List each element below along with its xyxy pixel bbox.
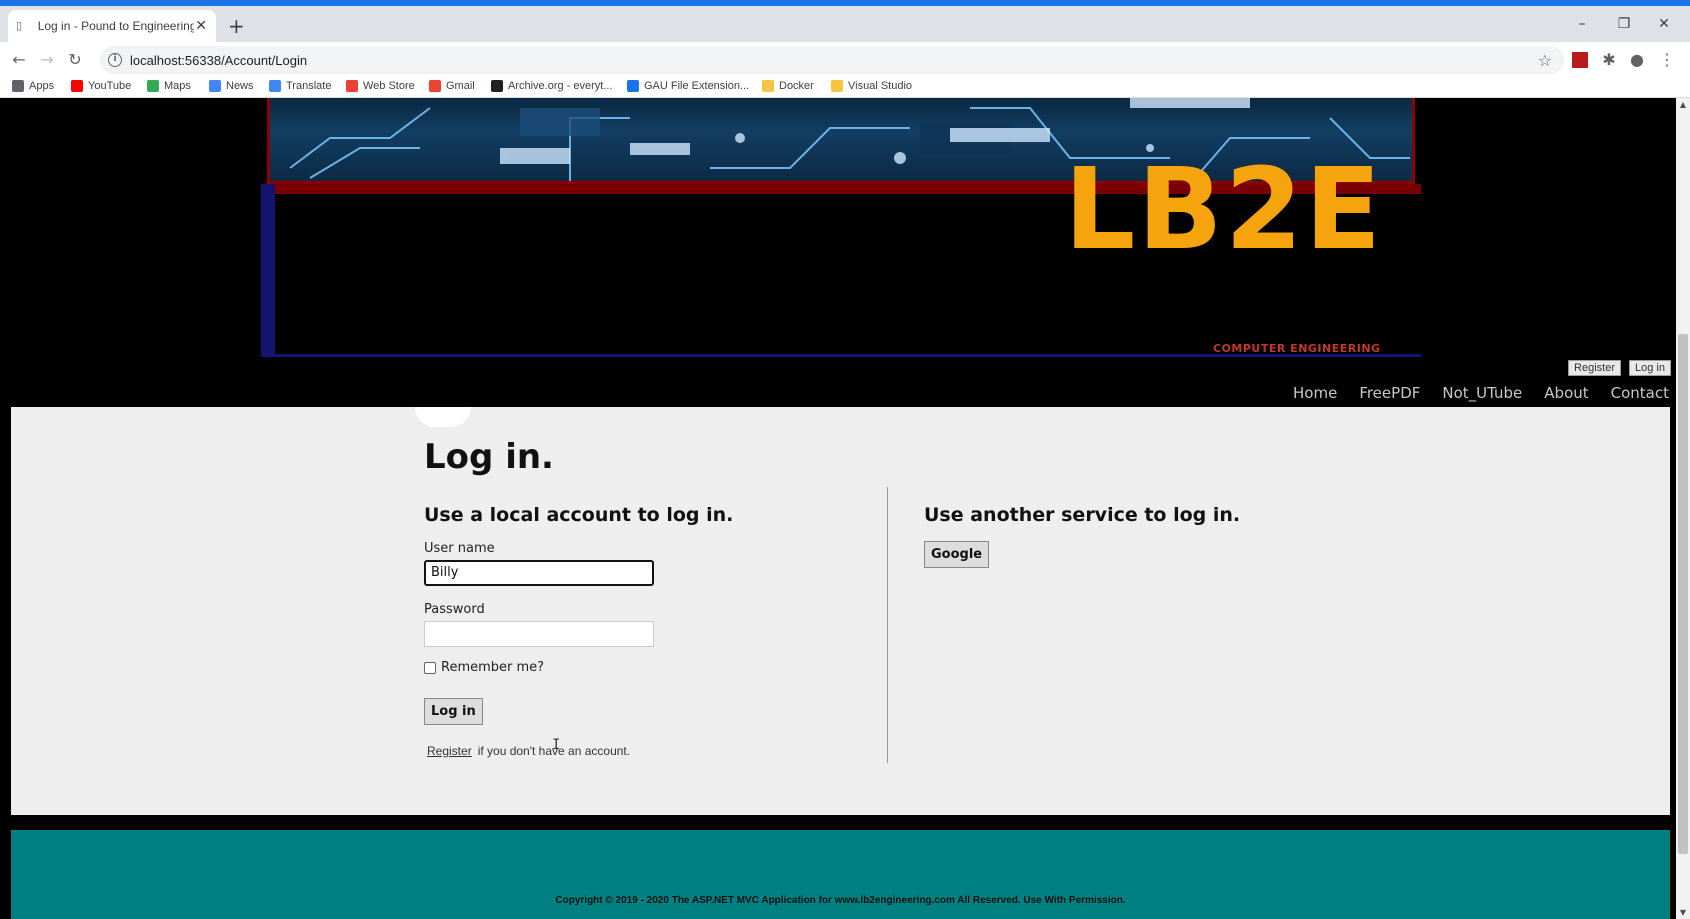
scrollbar-thumb[interactable] [1678,334,1688,854]
bookmark-archive-org[interactable]: Archive.org - everyt... [491,80,613,92]
bookmark-label: YouTube [88,80,132,92]
minimize-icon[interactable]: – [1572,16,1592,32]
bookmark-label: Docker [779,80,814,92]
bookmark-apps[interactable]: Apps [12,80,54,92]
copyright-text: Copyright © 2019 - 2020 The ASP.NET MVC … [555,895,1126,906]
site-tagline: COMPUTER ENGINEERING [1213,342,1381,355]
address-bar: ← → ↻ i localhost:56338/Account/Login ☆ … [0,42,1690,78]
translate-icon [269,80,281,92]
gau-icon [627,80,639,92]
pdf-extension-icon[interactable] [1572,52,1588,68]
bookmark-label: Apps [29,80,55,92]
extensions-puzzle-icon[interactable]: ✱ [1600,51,1618,69]
password-input[interactable] [424,621,654,647]
bookmark-label: Visual Studio [848,80,913,92]
login-content: Log in. Use a local account to log in. U… [11,407,1670,815]
close-tab-icon[interactable]: ✕ [194,18,208,34]
main-nav: Home FreePDF Not_UTube About Contact [1293,384,1669,402]
login-submit-button[interactable]: Log in [424,698,483,725]
info-icon[interactable]: i [108,53,122,67]
bookmark-web-store[interactable]: Web Store [346,80,415,92]
register-button[interactable]: Register [1568,360,1622,376]
news-icon [209,80,221,92]
apps-grid-icon [12,80,24,92]
restore-icon[interactable]: ❐ [1614,16,1634,32]
maps-icon [147,80,159,92]
bookmark-youtube[interactable]: YouTube [71,80,131,92]
register-link[interactable]: Register [427,744,472,758]
tab-title: Log in - Pound to Engineering.co [37,19,195,33]
bookmark-label: Translate [286,80,332,92]
bookmark-star-icon[interactable]: ☆ [1538,51,1552,70]
page-favicon-icon: ▯ [16,19,23,32]
bookmark-gmail[interactable]: Gmail [429,80,475,92]
banner-left-edge [261,184,275,356]
gmail-icon [429,80,441,92]
site-footer: Copyright © 2019 - 2020 The ASP.NET MVC … [11,830,1670,919]
column-divider [887,487,888,763]
new-tab-icon[interactable]: + [228,16,245,36]
page-viewport: LB2E COMPUTER ENGINEERING Register Log i… [0,98,1690,919]
nav-about[interactable]: About [1544,384,1588,402]
login-button-top[interactable]: Log in [1629,360,1671,376]
youtube-icon [71,80,83,92]
username-input[interactable]: Billy [424,560,654,586]
site-banner: LB2E COMPUTER ENGINEERING [261,98,1421,358]
bookmark-visual-studio[interactable]: Visual Studio [831,80,912,92]
bookmark-label: GAU File Extension... [644,80,750,92]
remember-me-label[interactable]: Remember me? [441,660,544,675]
menu-kebab-icon[interactable]: ⋮ [1658,51,1676,69]
bookmark-label: Gmail [446,80,475,92]
url-field[interactable]: i localhost:56338/Account/Login ☆ [100,46,1564,74]
bookmark-docker[interactable]: Docker [762,80,814,92]
bookmark-maps[interactable]: Maps [147,80,191,92]
decorative-circle [415,407,471,427]
bookmark-label: News [226,80,254,92]
remember-me-checkbox[interactable] [424,661,436,674]
page-title: Log in. [424,437,554,477]
profile-avatar-icon[interactable]: ● [1628,51,1646,69]
nav-not-utube[interactable]: Not_UTube [1442,384,1522,402]
text-cursor-icon: I [552,737,561,753]
archive-icon [491,80,503,92]
register-prompt: Register if you don't have an account. [427,744,630,758]
scroll-down-icon[interactable]: ▼ [1676,908,1690,917]
bookmarks-bar: Apps YouTube Maps News Translate Web Sto… [0,78,1690,98]
bookmark-label: Web Store [363,80,415,92]
account-links: Register Log in [1568,360,1671,376]
password-label: Password [424,602,485,617]
bookmark-label: Archive.org - everyt... [508,80,613,92]
google-login-button[interactable]: Google [924,541,990,568]
back-icon[interactable]: ← [10,51,28,69]
remember-me-row: Remember me? [424,660,544,675]
bookmark-news[interactable]: News [209,80,254,92]
nav-freepdf[interactable]: FreePDF [1359,384,1420,402]
reload-icon[interactable]: ↻ [66,51,84,69]
nav-contact[interactable]: Contact [1611,384,1669,402]
site-logo[interactable]: LB2E [1064,150,1383,270]
folder-icon [762,80,774,92]
close-window-icon[interactable]: ✕ [1654,16,1674,32]
local-account-heading: Use a local account to log in. [424,504,734,526]
web-store-icon [346,80,358,92]
tab-bar: ▯ Log in - Pound to Engineering.co ✕ + –… [0,6,1690,42]
url-text: localhost:56338/Account/Login [130,52,308,68]
bookmark-translate[interactable]: Translate [269,80,331,92]
external-login-heading: Use another service to log in. [924,504,1241,526]
bookmark-label: Maps [164,80,191,92]
folder-icon [831,80,843,92]
scroll-up-icon[interactable]: ▲ [1676,100,1690,109]
browser-tab[interactable]: ▯ Log in - Pound to Engineering.co ✕ [8,10,216,42]
username-label: User name [424,541,495,556]
nav-home[interactable]: Home [1293,384,1337,402]
forward-icon[interactable]: → [38,51,56,69]
page-scrollbar[interactable]: ▲ ▼ [1676,98,1690,919]
bookmark-gau-file-extension[interactable]: GAU File Extension... [627,80,749,92]
